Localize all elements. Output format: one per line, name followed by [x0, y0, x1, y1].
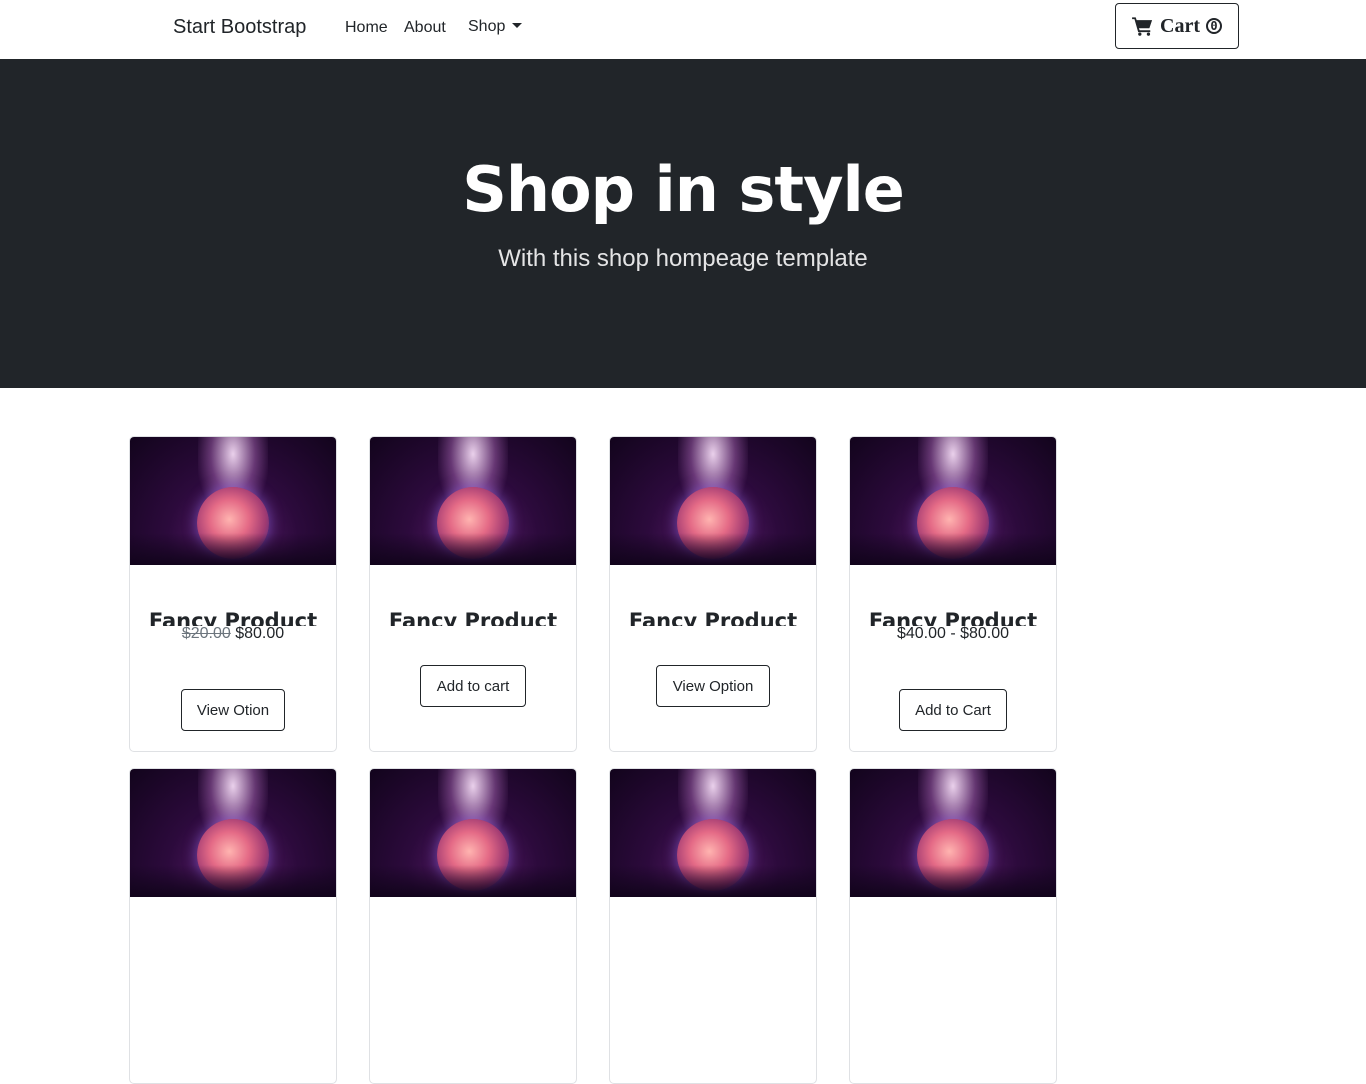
product-name: Fancy Product [628, 609, 798, 626]
product-image [370, 769, 576, 897]
product-card [129, 768, 337, 1084]
product-image [850, 769, 1056, 897]
caret-down-icon [512, 23, 523, 28]
product-image [130, 437, 336, 565]
product-card [609, 768, 817, 1084]
product-image [130, 769, 336, 897]
product-image [610, 769, 816, 897]
cart-button[interactable]: Cart 0 [1115, 3, 1239, 49]
nav-about-link[interactable]: About [404, 19, 446, 37]
cart-count-badge: 0 [1205, 18, 1222, 34]
product-image [610, 437, 816, 565]
nav-home-link[interactable]: Home [345, 19, 388, 37]
product-name: Fancy Product [148, 609, 318, 626]
product-card: Fancy Product $20.00 $80.00 View Otion [129, 436, 337, 752]
add-to-cart-button[interactable]: Add to Cart [899, 689, 1007, 731]
hero-title: Shop in style [462, 153, 905, 226]
product-name: Fancy Product [388, 609, 558, 626]
cart-icon [1132, 17, 1153, 36]
product-old-price: $20.00 [181, 625, 231, 642]
product-image [370, 437, 576, 565]
view-option-button[interactable]: View Otion [181, 689, 285, 731]
product-name: Fancy Product [868, 609, 1038, 626]
cart-label: Cart [1160, 14, 1200, 37]
product-card [369, 768, 577, 1084]
hero-section: Shop in style With this shop hompeage te… [0, 59, 1366, 388]
navbar: Start Bootstrap Home About Shop Cart 0 [0, 0, 1366, 59]
brand-link[interactable]: Start Bootstrap [173, 16, 306, 39]
product-card: Fancy Product View Option [609, 436, 817, 752]
add-to-cart-button[interactable]: Add to cart [420, 665, 526, 707]
product-card [849, 768, 1057, 1084]
product-image [850, 437, 1056, 565]
product-card: Fancy Product Add to cart [369, 436, 577, 752]
nav-shop-label: Shop [468, 18, 506, 35]
nav-shop-dropdown[interactable]: Shop [468, 18, 523, 36]
product-price: $20.00 $80.00 [130, 625, 336, 643]
product-card: Fancy Product $40.00 - $80.00 Add to Car… [849, 436, 1057, 752]
view-option-button[interactable]: View Option [656, 665, 770, 707]
hero-subtitle: With this shop hompeage template [498, 245, 868, 272]
product-price: $40.00 - $80.00 [896, 625, 1010, 642]
product-sale-price: $80.00 [235, 625, 285, 642]
